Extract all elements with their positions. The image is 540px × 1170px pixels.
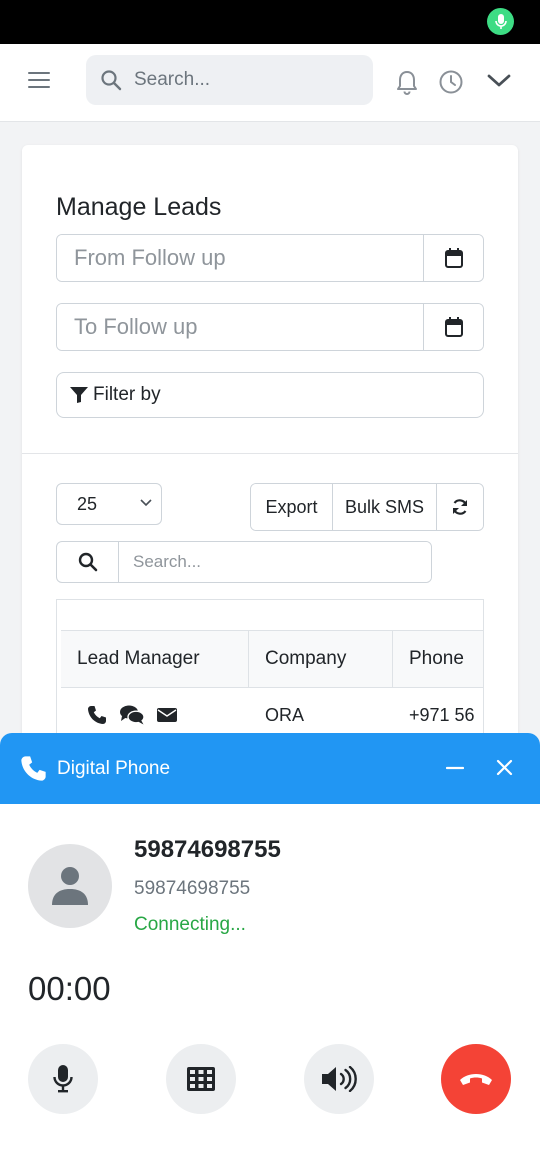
close-icon (496, 759, 513, 776)
page-size-select[interactable]: 25 (56, 483, 162, 525)
to-follow-up-group (56, 303, 484, 351)
column-header-company[interactable]: Company (249, 631, 393, 687)
manage-leads-card: Manage Leads Filter by 25 Export Bulk SM… (22, 145, 518, 785)
from-calendar-button[interactable] (423, 235, 483, 281)
phone-icon (21, 756, 46, 781)
mic-indicator-icon (487, 8, 514, 35)
envelope-icon[interactable] (157, 707, 177, 723)
calendar-icon (444, 317, 463, 337)
phone-icon[interactable] (87, 705, 107, 725)
search-icon (101, 70, 122, 91)
hang-up-button[interactable] (441, 1044, 511, 1114)
page-title: Manage Leads (56, 193, 222, 221)
page-size-value: 25 (77, 493, 98, 514)
speaker-icon (322, 1066, 357, 1092)
call-timer: 00:00 (28, 970, 111, 1007)
digital-phone-header: Digital Phone (0, 733, 540, 804)
digital-phone-title: Digital Phone (57, 757, 171, 779)
funnel-icon (70, 387, 88, 403)
chat-icon[interactable] (119, 704, 145, 726)
refresh-button[interactable] (437, 484, 483, 530)
keypad-button[interactable] (166, 1044, 236, 1114)
bell-icon[interactable] (395, 69, 419, 95)
table-search (56, 541, 432, 583)
from-follow-up-group (56, 234, 484, 282)
global-search-input[interactable] (134, 69, 354, 91)
column-header-phone[interactable]: Phone (393, 631, 483, 687)
bulk-sms-button[interactable]: Bulk SMS (333, 484, 437, 530)
column-header-lead-manager[interactable]: Lead Manager (61, 631, 249, 687)
call-status: Connecting... (134, 914, 246, 935)
calendar-icon (444, 248, 463, 268)
user-icon (52, 867, 88, 905)
to-follow-up-input[interactable] (57, 304, 423, 350)
mute-button[interactable] (28, 1044, 98, 1114)
avatar (28, 844, 112, 928)
callee-name: 59874698755 (134, 836, 281, 863)
filter-by-button[interactable]: Filter by (56, 372, 484, 418)
speaker-button[interactable] (304, 1044, 374, 1114)
keypad-icon (187, 1067, 215, 1091)
to-calendar-button[interactable] (423, 304, 483, 350)
mic-icon (53, 1065, 73, 1093)
minus-icon (445, 766, 465, 770)
table-search-input[interactable] (119, 542, 431, 582)
filter-by-label: Filter by (93, 384, 161, 405)
top-bar (0, 44, 540, 122)
table-header: Lead Manager Company Phone (61, 630, 483, 688)
refresh-icon (452, 499, 468, 515)
chevron-down-icon (140, 499, 152, 507)
hangup-icon (460, 1074, 492, 1085)
search-icon (78, 552, 97, 572)
status-bar (0, 0, 540, 44)
digital-phone-body: 59874698755 59874698755 Connecting... 00… (0, 804, 540, 1170)
callee-number: 59874698755 (134, 878, 251, 899)
export-button[interactable]: Export (251, 484, 333, 530)
from-follow-up-input[interactable] (57, 235, 423, 281)
hamburger-icon[interactable] (28, 72, 50, 92)
divider (22, 453, 518, 454)
chevron-down-icon[interactable] (487, 73, 511, 89)
minimize-button[interactable] (445, 759, 465, 782)
table-actions-group: Export Bulk SMS (250, 483, 484, 531)
global-search[interactable] (86, 55, 373, 105)
close-button[interactable] (496, 759, 513, 781)
table-search-button[interactable] (57, 542, 119, 582)
clock-icon[interactable] (438, 69, 464, 95)
